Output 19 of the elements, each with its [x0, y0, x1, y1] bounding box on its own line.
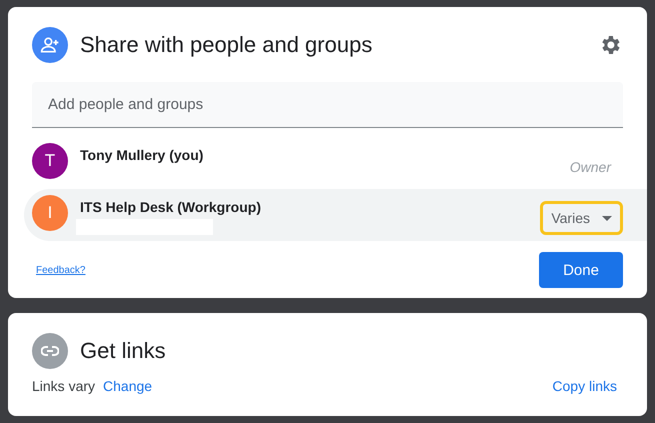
person-name: Tony Mullery (you) [80, 147, 204, 163]
avatar: T [32, 143, 68, 179]
add-people-field[interactable]: Add people and groups [32, 82, 623, 128]
links-status: Links vary [32, 378, 96, 394]
caret-icon [602, 216, 612, 220]
link-icon [32, 332, 68, 368]
copy-links-link[interactable]: Copy links [552, 378, 617, 394]
person-row[interactable]: T Tony Mullery (you) Owner [8, 137, 647, 189]
dialog-title: Get links [80, 338, 167, 364]
avatar: I [32, 195, 68, 231]
role-dropdown[interactable]: Varies [540, 201, 623, 235]
done-button[interactable]: Done [539, 252, 623, 288]
change-link[interactable]: Change [103, 378, 152, 394]
dialog-title: Share with people and groups [80, 32, 374, 58]
person-row[interactable]: I ITS Help Desk (Workgroup) Varies [24, 189, 647, 241]
person-name: ITS Help Desk (Workgroup) [80, 199, 262, 215]
role-label: Owner [570, 159, 611, 175]
feedback-link[interactable]: Feedback? [36, 264, 86, 276]
add-person-icon [32, 26, 68, 62]
